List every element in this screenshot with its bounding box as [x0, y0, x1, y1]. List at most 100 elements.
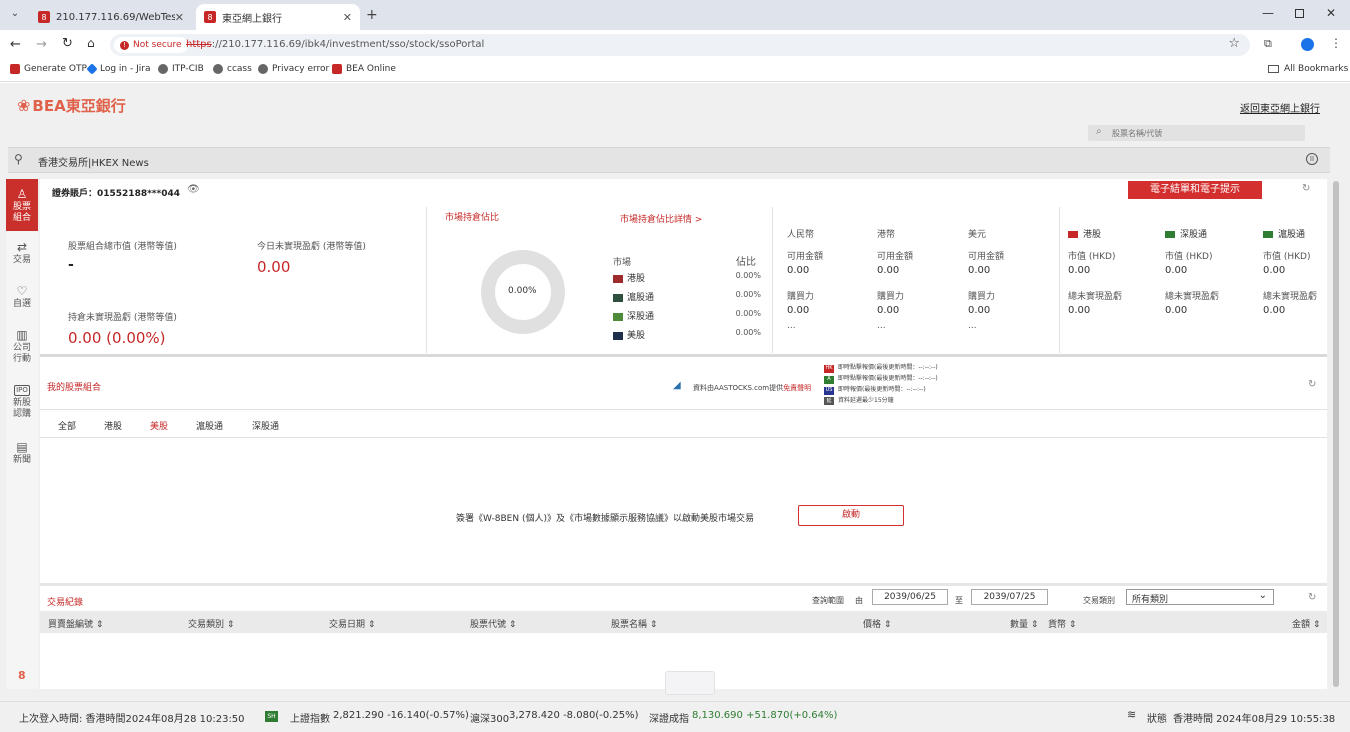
tab-sz-connect[interactable]: 深股通	[252, 419, 279, 432]
more-dots[interactable]: ...	[877, 321, 886, 331]
reload-icon[interactable]: ↻	[62, 36, 73, 51]
tab-us[interactable]: 美股	[150, 419, 168, 432]
from-date-input[interactable]: 2039/06/25	[872, 589, 948, 605]
bea-logo[interactable]: ❀ BEA東亞銀行	[17, 95, 126, 116]
close-tab-icon[interactable]: ✕	[343, 11, 352, 24]
allocation-detail-link[interactable]: 市場持倉佔比詳情 >	[620, 212, 702, 225]
connection-status-label: 狀態	[1147, 714, 1167, 725]
col-quantity[interactable]: 數量 ⇕	[1010, 617, 1038, 630]
tab-hk[interactable]: 港股	[104, 419, 122, 432]
records-refresh-icon[interactable]: ↻	[1308, 592, 1316, 603]
tab-search-button[interactable]: ⌄	[8, 8, 22, 22]
tab-sh-connect[interactable]: 滬股通	[196, 419, 223, 432]
bookmark-itp-cib[interactable]: ITP-CIB	[158, 64, 204, 74]
sidebar-item-label: 交易	[12, 255, 31, 265]
disclaimer-link[interactable]: 免責聲明	[783, 384, 811, 392]
sidebar-item-news[interactable]: ▤ 新聞	[6, 441, 38, 473]
bookmark-ccass[interactable]: ccass	[213, 64, 252, 74]
hkex-news-bar: ⚲ 香港交易所|HKEX News II	[8, 147, 1330, 173]
legend-row-hk: HK 即時點擊報價(最後更新時間：--:--:--)	[824, 364, 938, 373]
unrealized-pnl-label: 總未實現盈虧	[1068, 292, 1123, 302]
bookmark-label: Privacy error	[272, 64, 330, 74]
col-price[interactable]: 價格 ⇕	[863, 617, 891, 630]
col-order-no[interactable]: 買賣盤編號 ⇕	[48, 617, 103, 630]
refresh-icon[interactable]: ↻	[1302, 183, 1310, 194]
browser-tab-1[interactable]: 8 210.177.116.69/WebTest/jsp/IB ✕	[30, 4, 192, 30]
sidebar-item-watchlist[interactable]: ♡ 自選	[6, 285, 38, 317]
stock-search-input[interactable]	[1112, 127, 1297, 139]
restore-window-icon[interactable]	[1295, 9, 1304, 18]
allocation-row: 港股 0.00%	[613, 271, 761, 284]
col-currency[interactable]: 貨幣 ⇕	[1048, 617, 1076, 630]
sidebar-item-label: 新聞	[12, 455, 31, 465]
address-bar[interactable]: ! Not secure https://210.177.116.69/ibk4…	[110, 34, 1250, 56]
type-select[interactable]: 所有類別 ⌄	[1126, 589, 1274, 605]
col-date[interactable]: 交易日期 ⇕	[329, 617, 375, 630]
col-name[interactable]: 股票名稱 ⇕	[611, 617, 657, 630]
market-ratio: 0.00%	[735, 328, 761, 337]
forward-arrow-icon[interactable]: →	[36, 37, 47, 52]
scrollbar-track[interactable]	[1331, 179, 1341, 689]
col-amount[interactable]: 金額 ⇕	[1292, 617, 1320, 630]
extensions-icon[interactable]: ⧉	[1264, 37, 1272, 51]
bookmark-label: Log in - Jira	[100, 64, 151, 74]
buying-power-label: 購買力	[787, 292, 815, 302]
sidebar-item-ipo[interactable]: IPO 新股認購	[6, 385, 38, 429]
col-code[interactable]: 股票代號 ⇕	[470, 617, 516, 630]
sh-index-value: 2,821.290 -16.140(-0.57%)	[333, 710, 469, 721]
url-text[interactable]: https://210.177.116.69/ibk4/investment/s…	[186, 39, 484, 50]
ratio-header: 佔比	[736, 257, 756, 268]
close-window-icon[interactable]: ✕	[1326, 6, 1336, 20]
browser-menu-icon[interactable]: ⋮	[1330, 36, 1342, 50]
show-hide-eye-icon[interactable]: 👁	[187, 184, 200, 195]
scrollbar-thumb[interactable]	[1333, 181, 1339, 687]
close-tab-icon[interactable]: ✕	[175, 11, 184, 24]
page: ❀BEA東亞銀行 返回東亞網上銀行 ⌕ ⚲ 香港交易所|HKEX News II…	[0, 83, 1350, 732]
browser-toolbar: ← → ↻ ⌂ ! Not secure https://210.177.116…	[0, 30, 1350, 60]
stock-search-box[interactable]: ⌕	[1088, 125, 1305, 141]
minimize-window-icon[interactable]: —	[1262, 6, 1274, 20]
sh-badge: SH	[265, 711, 278, 722]
unrealized-pnl-value: 0.00	[1263, 305, 1286, 316]
back-to-online-banking-link[interactable]: 返回東亞網上銀行	[1240, 100, 1320, 115]
bookmark-generate-otp[interactable]: Generate OTP	[10, 64, 87, 74]
tab-all[interactable]: 全部	[58, 419, 76, 432]
query-range-label: 查詢範圍	[812, 596, 844, 605]
heart-icon: ♡	[16, 284, 28, 298]
new-tab-button[interactable]: +	[366, 7, 378, 23]
legend-row-a: A 即時點擊報價(最後更新時間：--:--:--)	[824, 373, 974, 384]
buying-power-value: 0.00	[968, 305, 991, 316]
more-dots[interactable]: ...	[787, 321, 796, 331]
available-label: 可用金額	[968, 252, 1005, 262]
bookmark-bea-online[interactable]: BEA Online	[332, 64, 396, 74]
profile-avatar-icon[interactable]	[1301, 38, 1314, 51]
sidebar-item-trade[interactable]: ⇄ 交易	[6, 241, 38, 273]
data-source: 資料由AASTOCKS.com提供免責聲明	[693, 383, 811, 393]
hk-time: 香港時間 2024年08月29 10:55:38	[1173, 714, 1336, 725]
hkex-news-link[interactable]: 香港交易所|HKEX News	[38, 154, 149, 169]
side-navigation: ♙ 股票組合 ⇄ 交易 ♡ 自選 ▥ 公司行動 IPO 新股認購 ▤ 新聞 8	[6, 179, 38, 689]
to-date-input[interactable]: 2039/07/25	[971, 589, 1048, 605]
portfolio-refresh-icon[interactable]: ↻	[1308, 379, 1316, 390]
sidebar-item-portfolio[interactable]: ♙ 股票組合	[6, 179, 38, 231]
col-type[interactable]: 交易類別 ⇕	[188, 617, 234, 630]
bookmark-star-icon[interactable]: ☆	[1228, 36, 1240, 51]
pause-icon[interactable]: II	[1306, 153, 1318, 165]
not-secure-badge[interactable]: ! Not secure	[114, 37, 188, 53]
activate-button[interactable]: 啟動	[798, 505, 904, 526]
url-scheme: https	[186, 39, 212, 50]
browser-tab-2[interactable]: 8 東亞網上銀行 ✕	[196, 4, 360, 30]
back-arrow-icon[interactable]: ←	[10, 37, 21, 52]
more-dots[interactable]: ...	[968, 321, 977, 331]
bookmark-privacy-error[interactable]: Privacy error	[258, 64, 329, 74]
bookmark-jira[interactable]: Log in - Jira	[86, 63, 151, 75]
search-icon: ⌕	[1096, 126, 1102, 137]
not-secure-label: Not secure	[133, 40, 182, 50]
bea-small-logo-icon: 8	[18, 669, 26, 682]
market-value-label: 市值 (HKD)	[1068, 252, 1116, 262]
all-bookmarks[interactable]: All Bookmarks	[1268, 64, 1348, 74]
market-header: 市場	[613, 258, 632, 268]
estatement-button[interactable]: 電子結單和電子提示	[1128, 181, 1262, 199]
sidebar-item-corporate-action[interactable]: ▥ 公司行動	[6, 329, 38, 373]
home-icon[interactable]: ⌂	[87, 36, 95, 50]
